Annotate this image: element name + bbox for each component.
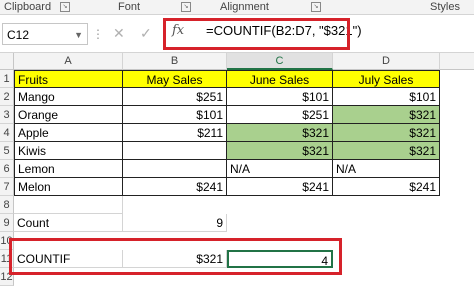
row-header[interactable]: 9 bbox=[0, 214, 14, 232]
table-cell[interactable]: $251 bbox=[227, 106, 333, 124]
empty-cell[interactable] bbox=[14, 196, 123, 214]
count-value-cell[interactable]: 9 bbox=[123, 214, 227, 232]
countif-callout-frame bbox=[9, 238, 342, 275]
header-cell-fruits[interactable]: Fruits bbox=[14, 70, 123, 88]
font-launcher-icon[interactable]: ↘ bbox=[181, 2, 191, 12]
table-cell[interactable]: Mango bbox=[14, 88, 123, 106]
table-cell[interactable]: $241 bbox=[227, 178, 333, 196]
ribbon-group-bar: Clipboard ↘ Font ↘ Alignment ↘ Styles bbox=[0, 0, 474, 15]
table-cell[interactable]: $101 bbox=[333, 88, 440, 106]
table-cell[interactable]: Apple bbox=[14, 124, 123, 142]
row-header[interactable]: 6 bbox=[0, 160, 14, 178]
row-header[interactable]: 3 bbox=[0, 106, 14, 124]
table-cell-highlighted[interactable]: $321 bbox=[227, 142, 333, 160]
row-header[interactable]: 5 bbox=[0, 142, 14, 160]
table-cell[interactable] bbox=[123, 160, 227, 178]
table-cell[interactable] bbox=[123, 142, 227, 160]
table-cell-highlighted[interactable]: $321 bbox=[333, 142, 440, 160]
table-cell[interactable]: Lemon bbox=[14, 160, 123, 178]
formula-callout-frame bbox=[163, 18, 350, 50]
table-cell-highlighted[interactable]: $321 bbox=[333, 106, 440, 124]
table-cell[interactable]: Melon bbox=[14, 178, 123, 196]
table-cell-highlighted[interactable]: $321 bbox=[333, 124, 440, 142]
column-header-c[interactable]: C bbox=[227, 53, 333, 70]
column-header-a[interactable]: A bbox=[14, 53, 123, 70]
clipboard-launcher-icon[interactable]: ↘ bbox=[60, 2, 70, 12]
name-box-value: C12 bbox=[7, 28, 30, 42]
header-cell-june[interactable]: June Sales bbox=[227, 70, 333, 88]
table-cell[interactable]: $251 bbox=[123, 88, 227, 106]
table-cell[interactable]: Orange bbox=[14, 106, 123, 124]
table-cell[interactable]: $101 bbox=[227, 88, 333, 106]
row-header[interactable]: 7 bbox=[0, 178, 14, 196]
chevron-down-icon[interactable]: ▼ bbox=[74, 24, 83, 46]
table-cell-highlighted[interactable]: $321 bbox=[227, 124, 333, 142]
column-header-b[interactable]: B bbox=[123, 53, 227, 70]
ribbon-group-font: Font bbox=[118, 1, 141, 13]
ribbon-group-styles: Styles bbox=[430, 1, 460, 13]
table-cell[interactable]: Kiwis bbox=[14, 142, 123, 160]
cancel-icon[interactable]: ✕ bbox=[113, 25, 125, 42]
table-cell[interactable]: $241 bbox=[333, 178, 440, 196]
row-header[interactable]: 4 bbox=[0, 124, 14, 142]
table-cell[interactable]: N/A bbox=[227, 160, 333, 178]
header-cell-july[interactable]: July Sales bbox=[333, 70, 440, 88]
alignment-launcher-icon[interactable]: ↘ bbox=[311, 2, 321, 12]
row-header[interactable]: 2 bbox=[0, 88, 14, 106]
row-header[interactable]: 1 bbox=[0, 70, 14, 88]
header-cell-may[interactable]: May Sales bbox=[123, 70, 227, 88]
table-cell[interactable]: $211 bbox=[123, 124, 227, 142]
ribbon-group-clipboard: Clipboard bbox=[4, 1, 52, 13]
column-header-e[interactable] bbox=[440, 53, 474, 70]
ribbon-group-alignment: Alignment bbox=[220, 1, 269, 13]
enter-icon[interactable]: ✓ bbox=[140, 25, 152, 42]
count-label-cell[interactable]: Count bbox=[14, 214, 123, 232]
select-all-corner[interactable] bbox=[0, 53, 14, 70]
column-header-d[interactable]: D bbox=[333, 53, 440, 70]
name-box[interactable]: C12 ▼ bbox=[2, 23, 88, 45]
table-cell[interactable]: $241 bbox=[123, 178, 227, 196]
table-cell[interactable]: N/A bbox=[333, 160, 440, 178]
row-header[interactable]: 8 bbox=[0, 196, 14, 214]
formula-bar-grip-icon: ⋮ bbox=[92, 27, 104, 41]
table-cell[interactable]: $101 bbox=[123, 106, 227, 124]
